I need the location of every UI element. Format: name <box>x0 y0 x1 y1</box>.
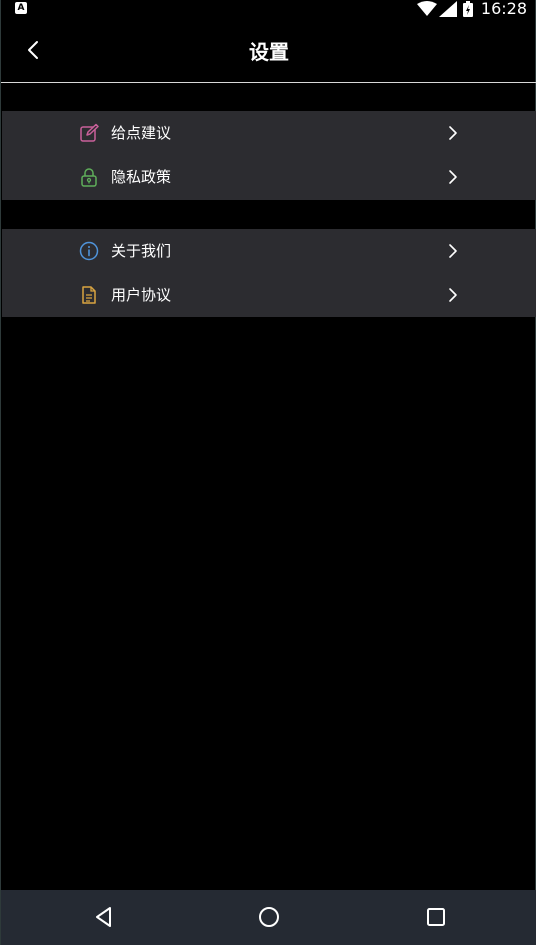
settings-group-1: 给点建议 隐私政策 <box>2 111 536 200</box>
settings-screen: A 16:28 设置 给点建议 隐私政策 关于我们 用户协议 <box>0 0 536 945</box>
app-header: 设置 <box>1 18 536 83</box>
battery-charging-icon <box>462 1 473 17</box>
wifi-icon <box>416 1 437 16</box>
square-recents-icon <box>427 908 445 926</box>
nav-home-button[interactable] <box>256 904 282 930</box>
settings-group-2: 关于我们 用户协议 <box>2 229 536 317</box>
page-title: 设置 <box>249 40 289 64</box>
settings-item-label: 关于我们 <box>111 242 172 260</box>
chevron-right-icon <box>449 244 457 258</box>
nav-back-button[interactable] <box>91 904 117 930</box>
lock-icon <box>81 168 97 187</box>
triangle-back-icon <box>96 907 111 927</box>
circle-home-icon <box>259 907 279 927</box>
signal-icon <box>438 1 457 17</box>
nav-recents-button[interactable] <box>423 904 449 930</box>
settings-item-feedback[interactable]: 给点建议 <box>2 111 536 155</box>
chevron-right-icon <box>449 126 457 140</box>
system-nav-bar <box>1 890 536 945</box>
info-icon <box>79 241 99 261</box>
chevron-right-icon <box>449 288 457 302</box>
settings-item-label: 给点建议 <box>111 124 172 142</box>
status-bar: A 16:28 <box>1 0 536 18</box>
settings-item-label: 隐私政策 <box>111 168 172 186</box>
settings-item-about[interactable]: 关于我们 <box>2 229 536 273</box>
settings-item-label: 用户协议 <box>111 286 172 304</box>
chevron-right-icon <box>449 170 457 184</box>
status-icons: 16:28 <box>416 0 527 18</box>
settings-item-user-agreement[interactable]: 用户协议 <box>2 273 536 317</box>
settings-item-privacy[interactable]: 隐私政策 <box>2 155 536 199</box>
document-icon <box>82 286 96 304</box>
status-time: 16:28 <box>480 0 527 18</box>
edit-icon <box>80 123 99 142</box>
a-box-icon: A <box>15 2 27 14</box>
